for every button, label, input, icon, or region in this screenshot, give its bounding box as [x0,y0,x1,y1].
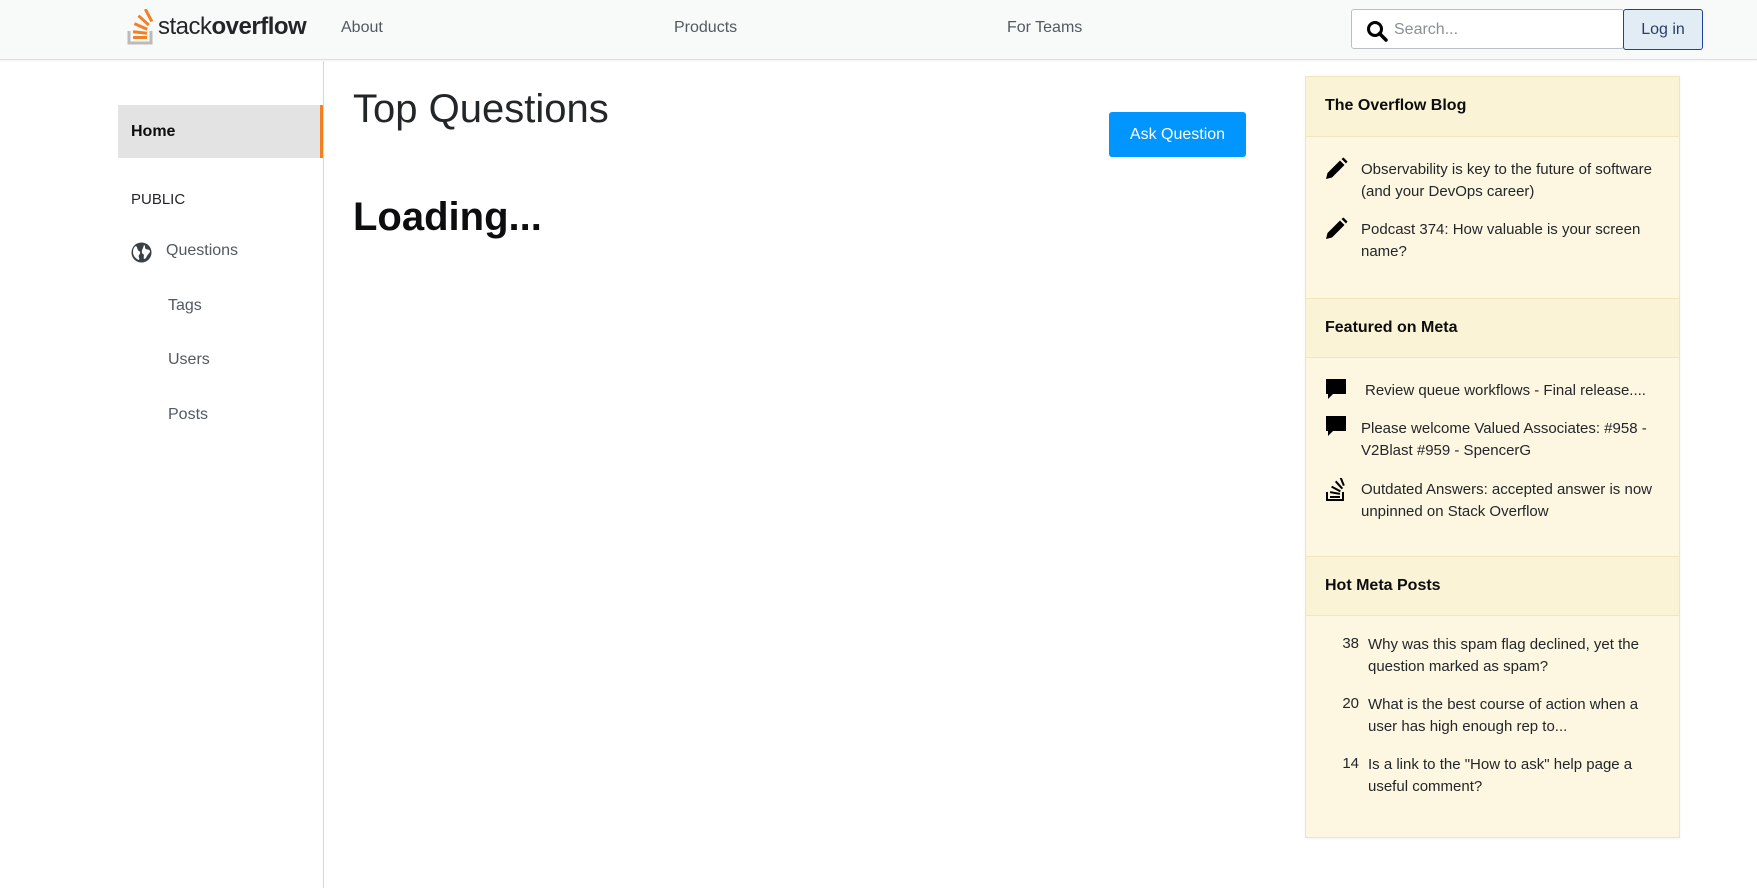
post-score: 14 [1342,755,1359,772]
globe-icon [131,242,152,263]
stackoverflow-icon [1326,478,1345,501]
blog-item[interactable]: Observability is key to the future of so… [1361,159,1666,203]
post-score: 20 [1342,695,1359,712]
sidebar-item-questions[interactable]: Questions [166,242,238,260]
logo-text: stackoverflow [158,13,307,40]
meta-header: Featured on Meta [1306,298,1679,358]
stackoverflow-logo-icon [127,9,154,45]
search-box[interactable] [1351,9,1624,49]
hot-meta-header: Hot Meta Posts [1306,556,1679,616]
meta-item[interactable]: Outdated Answers: accepted answer is now… [1361,479,1666,523]
nav-for-teams[interactable]: For Teams [1007,19,1082,37]
login-button[interactable]: Log in [1623,9,1703,50]
page-title: Top Questions [353,87,609,131]
post-score: 38 [1342,635,1359,652]
sidebar-item-tags[interactable]: Tags [168,297,202,315]
nav-products[interactable]: Products [674,19,737,37]
hot-meta-item[interactable]: Is a link to the "How to ask" help page … [1368,754,1668,798]
sidebar-section-public: PUBLIC [131,191,186,208]
search-input[interactable] [1392,16,1616,44]
sidebar-item-users[interactable]: Users [168,351,210,369]
pencil-icon [1326,217,1348,239]
meta-item[interactable]: Review queue workflows - Final release..… [1365,380,1666,402]
pencil-icon [1326,157,1348,179]
meta-item[interactable]: Please welcome Valued Associates: #958 -… [1361,418,1666,462]
left-sidebar: Home PUBLIC Questions Tags Users Posts [0,61,324,888]
comment-icon [1326,416,1346,436]
comment-icon [1326,379,1346,399]
sidebar-item-home[interactable]: Home [118,105,323,158]
hot-meta-item[interactable]: Why was this spam flag declined, yet the… [1368,634,1668,678]
blog-item[interactable]: Podcast 374: How valuable is your screen… [1361,219,1666,263]
search-icon [1367,21,1388,42]
loading-text: Loading... [353,195,542,239]
ask-question-button[interactable]: Ask Question [1109,112,1246,157]
blog-header: The Overflow Blog [1306,77,1679,137]
site-logo[interactable]: stackoverflow [126,9,307,45]
hot-meta-item[interactable]: What is the best course of action when a… [1368,694,1668,738]
sidebar-item-posts[interactable]: Posts [168,406,208,424]
top-bar: stackoverflow About Products For Teams L… [0,0,1757,60]
nav-about[interactable]: About [341,19,383,37]
sidebar-widget: The Overflow Blog Observability is key t… [1305,76,1680,838]
